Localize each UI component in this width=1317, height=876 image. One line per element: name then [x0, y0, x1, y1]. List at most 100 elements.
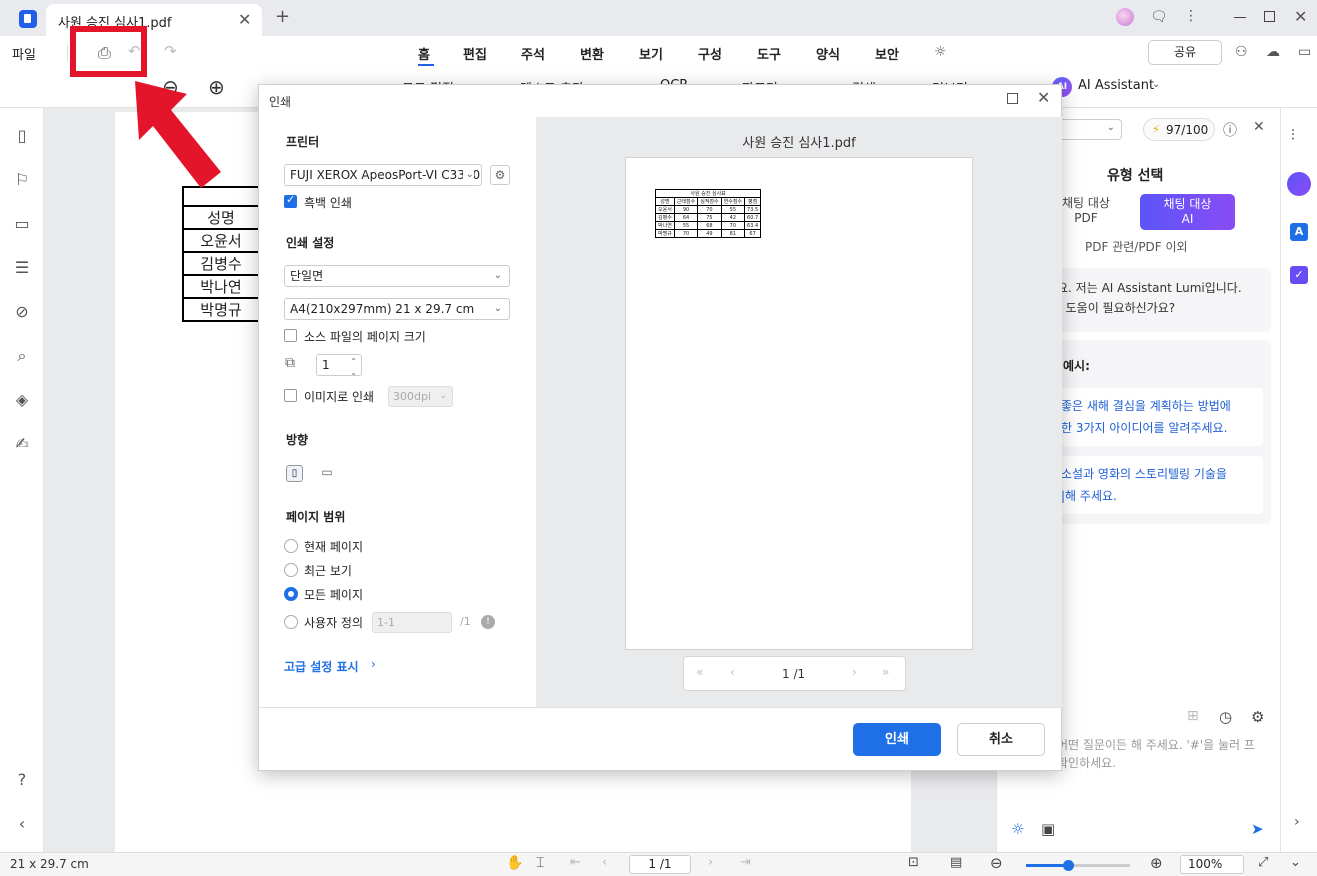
close-icon[interactable]: ✕ — [1037, 88, 1050, 107]
last-page-icon[interactable]: ⇥ — [740, 855, 751, 870]
print-as-image-checkbox[interactable] — [284, 389, 297, 402]
chat-input[interactable]: 어떤 질문이든 해 주세요. '#'을 눌러 프 확인하세요. — [1057, 736, 1277, 776]
bookmark-icon[interactable]: ⚐ — [12, 170, 32, 189]
attachment-icon[interactable]: ⊘ — [12, 302, 32, 321]
more-vertical-icon[interactable]: ⋮ — [1184, 8, 1198, 24]
image-icon[interactable]: ▣ — [1041, 820, 1055, 838]
select-tool-icon[interactable]: ⌶ — [536, 855, 544, 871]
portrait-icon[interactable]: ▯ — [286, 465, 303, 482]
prev-page-icon[interactable]: ‹ — [602, 855, 607, 870]
help-icon[interactable]: ⓘ — [1223, 120, 1237, 140]
range-recent-radio[interactable] — [284, 563, 298, 577]
printer-settings-icon[interactable]: ⚙ — [490, 165, 510, 185]
collapse-left-icon[interactable]: ‹ — [12, 814, 32, 833]
chat-ai-option[interactable]: 채팅 대상 AI — [1140, 194, 1235, 230]
ai-assistant-menu[interactable]: AI Assistant — [1078, 78, 1154, 93]
page-layout-icon[interactable]: ▤ — [950, 855, 962, 870]
maximize-icon[interactable] — [1264, 11, 1275, 22]
paper-size-select[interactable]: A4(210x297mm) 21 x 29.7 cm ⌄ — [284, 298, 510, 320]
list-icon[interactable]: ☰ — [12, 258, 32, 277]
tab-edit[interactable]: 편집 — [463, 44, 487, 63]
landscape-icon[interactable]: ▭ — [318, 465, 336, 482]
first-page-icon[interactable]: « — [696, 665, 703, 679]
close-tab-icon[interactable]: ✕ — [238, 10, 251, 29]
first-page-icon[interactable]: ⇤ — [570, 855, 581, 870]
duplex-select[interactable]: 단일면 ⌄ — [284, 265, 510, 287]
info-icon[interactable]: ! — [481, 615, 495, 629]
zoom-slider[interactable] — [1026, 860, 1130, 871]
source-page-size-checkbox[interactable] — [284, 329, 297, 342]
layers-icon[interactable]: ◈ — [12, 390, 32, 409]
print-button[interactable]: 인쇄 — [853, 723, 941, 756]
prev-page-icon[interactable]: ‹ — [730, 665, 735, 679]
panel-icon[interactable]: ▭ — [1298, 44, 1311, 60]
maximize-icon[interactable] — [1007, 93, 1018, 104]
page-thumbnail-icon[interactable]: ▯ — [12, 126, 32, 145]
tab-convert[interactable]: 변환 — [580, 44, 604, 63]
next-page-icon[interactable]: › — [852, 665, 857, 679]
range-current-radio[interactable] — [284, 539, 298, 553]
example-prompt[interactable]: 좋은 새해 결심을 계획하는 방법에 한 3가지 아이디어를 알려주세요. — [1055, 388, 1263, 446]
page-number-input[interactable]: 1 /1 — [629, 855, 691, 874]
range-current-label: 현재 페이지 — [304, 540, 364, 554]
checklist-icon[interactable]: ✓ — [1290, 266, 1308, 284]
properties-icon[interactable]: ⫶ — [1291, 126, 1295, 144]
fullscreen-icon[interactable]: ⤢ — [1258, 855, 1268, 870]
next-page-icon[interactable]: › — [708, 855, 713, 870]
model-select[interactable]: ⌄ — [1057, 119, 1122, 140]
new-tab-icon[interactable]: + — [275, 6, 290, 27]
menu-file[interactable]: 파일 — [12, 44, 36, 63]
chevron-down-icon[interactable]: ⌄ — [1152, 79, 1160, 90]
lightbulb-icon[interactable]: ☼ — [934, 44, 947, 60]
range-custom-radio[interactable] — [284, 615, 298, 629]
avatar[interactable] — [1116, 8, 1134, 26]
zoom-select[interactable]: 100% — [1180, 855, 1244, 874]
zoom-out-icon[interactable]: ⊖ — [990, 854, 1003, 872]
credits-badge[interactable]: ⚡ 97/100 — [1143, 118, 1215, 141]
collapse-right-icon[interactable]: › — [1294, 814, 1300, 830]
close-window-icon[interactable]: ✕ — [1294, 7, 1307, 26]
signature-icon[interactable]: ✍ — [12, 434, 32, 453]
lightbulb-icon[interactable]: ☼ — [1011, 820, 1024, 838]
last-page-icon[interactable]: » — [882, 665, 889, 679]
send-icon[interactable]: ➤ — [1251, 820, 1264, 838]
search-icon[interactable]: ⌕ — [12, 346, 32, 366]
close-panel-icon[interactable]: ✕ — [1253, 119, 1265, 135]
new-chat-icon[interactable]: ⊞ — [1187, 708, 1199, 724]
copies-stepper[interactable]: 1 ⌃ ⌄ — [316, 354, 362, 377]
cancel-button[interactable]: 취소 — [957, 723, 1045, 756]
tab-form[interactable]: 양식 — [816, 44, 840, 63]
grayscale-checkbox[interactable] — [284, 193, 297, 208]
share-button[interactable]: 공유 — [1148, 40, 1222, 65]
print-as-image-label: 이미지로 인쇄 — [304, 390, 375, 404]
expand-icon[interactable]: ⌄ — [1290, 855, 1301, 870]
help-icon[interactable]: ? — [12, 770, 32, 789]
comment-icon[interactable]: ▭ — [12, 214, 32, 233]
settings-icon[interactable]: ⚙ — [1251, 708, 1264, 726]
history-icon[interactable]: ◷ — [1219, 708, 1232, 726]
hand-tool-icon[interactable]: ✋ — [506, 855, 523, 871]
example-prompt[interactable]: 소설과 영화의 스토리텔링 기술을 |해 주세요. — [1055, 456, 1263, 514]
tab-home[interactable]: 홈 — [418, 44, 430, 63]
redo-icon[interactable]: ↷ — [164, 42, 177, 60]
range-all-radio[interactable] — [284, 587, 298, 601]
tab-comment[interactable]: 주석 — [521, 44, 545, 63]
tab-view[interactable]: 보기 — [639, 44, 663, 63]
tab-organize[interactable]: 구성 — [698, 44, 722, 63]
zoom-slider-handle[interactable] — [1063, 860, 1074, 871]
minimize-icon[interactable] — [1234, 17, 1246, 18]
chevron-right-icon[interactable]: › — [371, 657, 376, 671]
translate-icon[interactable]: A — [1290, 223, 1308, 241]
zoom-in-icon[interactable]: ⊕ — [1150, 854, 1163, 872]
printer-select[interactable]: FUJI XEROX ApeosPort-VI C3370 ⌄ — [284, 164, 482, 186]
feedback-icon[interactable]: 🗨 — [1150, 9, 1168, 25]
ai-bot-icon[interactable] — [1287, 172, 1311, 196]
stepper-down-icon[interactable]: ⌄ — [350, 363, 357, 383]
advanced-settings-link[interactable]: 고급 설정 표시 — [284, 658, 359, 675]
tab-tools[interactable]: 도구 — [757, 44, 781, 63]
fit-page-icon[interactable]: ⊡ — [908, 855, 919, 870]
tab-security[interactable]: 보안 — [875, 44, 899, 63]
chat-pdf-option[interactable]: 채팅 대상 PDF — [1061, 194, 1111, 230]
cloud-upload-icon[interactable]: ☁ — [1266, 44, 1280, 60]
account-tree-icon[interactable]: ⚇ — [1235, 44, 1248, 60]
